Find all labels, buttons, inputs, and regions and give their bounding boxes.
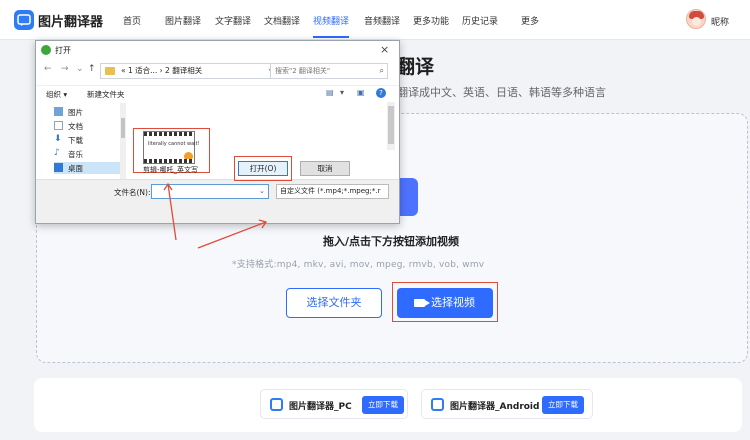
folder-tree: 图片 文档 ⬇ 下载 ♪ 音乐 桌面 [36,103,126,191]
chevron-down-icon[interactable]: ▾ [340,88,344,97]
organize-menu[interactable]: 组织 ▾ [46,89,67,100]
desktop-icon [54,163,63,172]
download-name: 图片翻译器_Android [450,402,540,412]
address-path: « 1 适合... › 2 翻译相关 [121,66,203,75]
forward-arrow-icon[interactable]: → [61,64,69,74]
files-scrollbar[interactable] [387,102,395,150]
tree-scrollbar[interactable] [120,103,126,191]
documents-icon [54,121,63,130]
nav-image-translate[interactable]: 图片翻译 [165,14,201,27]
nav-more-features[interactable]: 更多功能 [413,14,449,27]
thumbnail-caption: literally cannot wait! [148,141,200,147]
close-icon[interactable]: × [380,43,389,56]
video-file-thumbnail[interactable]: literally cannot wait! [143,131,200,164]
tree-item-label: 图片 [68,108,83,117]
tree-item-pictures[interactable]: 图片 [54,106,120,118]
active-nav-indicator [313,36,349,38]
preview-pane-icon[interactable]: ▣ [357,88,365,97]
download-name: 图片翻译器_PC [289,402,352,412]
tree-item-documents[interactable]: 文档 [54,120,120,132]
filetype-select[interactable]: 自定义文件 (*.mp4;*.mpeg;*.r [276,184,389,199]
tree-item-label: 桌面 [68,164,83,173]
nav-home[interactable]: 首页 [123,14,141,27]
download-card-android: 图片翻译器_Android 立即下载 [421,389,593,419]
up-arrow-icon[interactable]: ↑ [88,64,96,74]
back-arrow-icon[interactable]: ← [44,64,52,74]
recent-dropdown-icon[interactable]: ⌄ [76,64,84,74]
app-logo-icon[interactable] [14,10,34,30]
supported-formats: *支持格式:mp4, mkv, avi, mov, mpeg, rmvb, vo… [232,260,485,270]
app-icon [41,45,51,55]
music-icon: ♪ [54,148,60,158]
tree-item-music[interactable]: ♪ 音乐 [54,148,120,160]
username[interactable]: 昵称 [711,15,729,28]
search-icon: ⌕ [379,66,384,75]
drop-zone-title: 拖入/点击下方按钮添加视频 [323,235,460,248]
download-android-button[interactable]: 立即下载 [542,396,584,414]
download-pc-button[interactable]: 立即下载 [362,396,404,414]
video-camera-icon [414,299,430,307]
download-card-pc: 图片翻译器_PC 立即下载 [260,389,408,419]
filename-input[interactable]: ⌄ [151,184,269,199]
nav-document-translate[interactable]: 文档翻译 [264,14,300,27]
tree-item-label: 文档 [68,122,83,131]
dialog-titlebar[interactable]: 打开 × [36,41,399,59]
nav-video-translate[interactable]: 视频翻译 [313,14,349,27]
app-logo-icon [270,398,283,411]
nav-more[interactable]: 更多 [521,14,539,27]
nav-audio-translate[interactable]: 音频翻译 [364,14,400,27]
top-bar: 图片翻译器 首页 图片翻译 文字翻译 文档翻译 视频翻译 音频翻译 更多功能 历… [0,0,750,40]
view-options-icon[interactable]: ▤ [326,88,334,97]
video-file-name[interactable]: 剪辑-哪吒_英文写 [143,165,198,175]
help-icon[interactable]: ? [376,88,386,98]
cancel-button[interactable]: 取消 [300,161,350,176]
nav-history[interactable]: 历史记录 [462,14,498,27]
downloads-icon: ⬇ [54,134,62,144]
pictures-icon [54,107,63,116]
dialog-title: 打开 [55,46,71,55]
tree-item-desktop[interactable]: 桌面 [54,162,120,174]
file-open-dialog: 打开 × ← → ⌄ ↑ « 1 适合... › 2 翻译相关 ⌄ ↻ 搜索"2… [35,40,400,224]
tree-item-label: 下载 [68,136,83,145]
page-title: 翻译 [396,56,435,78]
select-folder-button[interactable]: 选择文件夹 [286,288,382,318]
page-subtitle: 并翻译成中文、英语、日语、韩语等多种语言 [386,86,606,99]
search-placeholder: 搜索"2 翻译相关" [275,67,331,75]
select-video-label: 选择视频 [431,296,475,309]
address-bar[interactable]: « 1 适合... › 2 翻译相关 [100,63,277,79]
folder-icon [105,67,115,75]
nav-text-translate[interactable]: 文字翻译 [215,14,251,27]
brand-name[interactable]: 图片翻译器 [38,11,103,30]
open-button[interactable]: 打开(O) [238,161,288,176]
avatar[interactable] [686,9,706,29]
search-input[interactable]: 搜索"2 翻译相关" ⌕ [270,63,388,79]
chevron-down-icon[interactable]: ⌄ [259,187,265,195]
dialog-toolbar: 组织 ▾ 新建文件夹 ▤ ▾ ▣ ? [36,85,399,101]
dialog-bottom-bar: 文件名(N): ⌄ 自定义文件 (*.mp4;*.mpeg;*.r [36,179,399,223]
new-folder-button[interactable]: 新建文件夹 [87,89,125,100]
tree-item-label: 音乐 [68,150,83,159]
filename-label: 文件名(N): [114,188,151,197]
select-video-button[interactable]: 选择视频 [397,288,493,318]
app-logo-icon [431,398,444,411]
tree-item-downloads[interactable]: ⬇ 下载 [54,134,120,146]
